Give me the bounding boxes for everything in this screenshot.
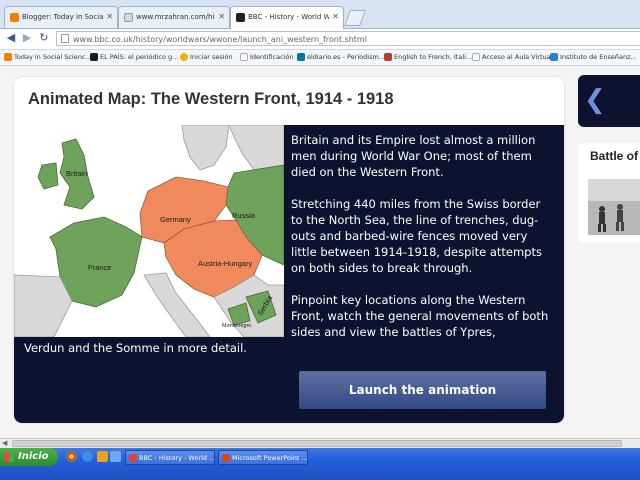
map-label-germany: Germany (160, 215, 191, 224)
bookmark-english-to-french[interactable]: English to French, Itali... (384, 52, 472, 63)
translate-icon (384, 53, 392, 61)
soldiers-image (588, 179, 640, 235)
eldiario-icon (297, 53, 305, 61)
scrollbar-thumb[interactable] (12, 440, 622, 447)
bookmark-today-social-science[interactable]: Today in Social Scienc... (4, 52, 92, 63)
navigation-toolbar: ◀ ▶ ↻ www.bbc.co.uk/history/worldwars/ww… (0, 29, 640, 50)
paragraph-pinpoint-continued: Verdun and the Somme in more detail. (24, 341, 247, 355)
url-text: www.bbc.co.uk/history/worldwars/wwone/la… (73, 35, 367, 44)
paragraph-casualties: Britain and its Empire lost almost a mil… (291, 133, 536, 179)
battle-photo[interactable] (588, 179, 640, 235)
bookmark-label: Identificación (250, 53, 294, 61)
close-icon[interactable]: ✕ (106, 12, 113, 21)
web-page: Animated Map: The Western Front, 1914 - … (0, 66, 640, 438)
page-icon (240, 53, 248, 61)
blogger-icon (10, 13, 19, 22)
bookmark-instituto[interactable]: Instituto de Enseñanz... (550, 52, 637, 63)
paragraph-trenches: Stretching 440 miles from the Swiss bord… (291, 197, 542, 275)
close-icon[interactable]: ✕ (332, 12, 339, 21)
desktop-icon[interactable] (110, 451, 121, 462)
task-label: BBC - History - World ... (139, 454, 215, 462)
start-label: Inicio (18, 451, 49, 462)
tab-bar: Blogger: Today in Social Scien... ✕ www.… (0, 0, 640, 29)
page-icon (61, 34, 69, 43)
elpais-icon (90, 53, 98, 61)
europe-map-graphic (14, 125, 284, 337)
bookmark-iniciar-sesion[interactable]: Iniciar sesión (180, 52, 233, 63)
battle-title: Battle of (590, 149, 638, 163)
media-icon[interactable] (97, 451, 108, 462)
bookmark-label: eldiario.es - Periodism... (307, 53, 385, 61)
powerpoint-icon (222, 454, 230, 462)
map-label-austria-hungary: Austria-Hungary (198, 259, 253, 268)
p-icon (550, 53, 558, 61)
tab-blogger[interactable]: Blogger: Today in Social Scien... ✕ (4, 6, 118, 28)
side-navigation-panel[interactable]: ❮ (578, 75, 640, 127)
blogger-icon (4, 53, 12, 61)
map-label-montenegro: Montenegro (222, 323, 252, 329)
page-icon (472, 53, 480, 61)
task-label: Microsoft PowerPoint ... (232, 454, 308, 462)
chrome-icon[interactable] (66, 451, 77, 462)
internet-explorer-icon[interactable] (82, 451, 93, 462)
new-tab-button[interactable] (344, 10, 366, 26)
launch-animation-button[interactable]: Launch the animation (299, 371, 546, 409)
map-label-france: France (88, 263, 112, 272)
page-icon (124, 13, 133, 22)
tab-bbc[interactable]: BBC - History - World Wars:... ✕ (230, 6, 344, 29)
forward-icon[interactable]: ▶ (20, 31, 34, 45)
scroll-left-icon[interactable]: ◀ (2, 439, 7, 447)
chevron-left-icon[interactable]: ❮ (584, 85, 606, 115)
address-bar[interactable]: www.bbc.co.uk/history/worldwars/wwone/la… (56, 31, 640, 46)
bookmark-label: Today in Social Scienc... (14, 53, 92, 61)
content-box: Britain France Germany Russia Austria-Hu… (14, 125, 564, 423)
bookmark-identificacion[interactable]: Identificación (240, 52, 294, 63)
tab-label: BBC - History - World Wars:... (248, 13, 329, 21)
tab-mrzahran[interactable]: www.mrzahran.com/history... ✕ (118, 6, 230, 28)
bookmark-label: Instituto de Enseñanz... (560, 53, 637, 61)
back-icon[interactable]: ◀ (4, 31, 18, 45)
windows-taskbar: Inicio BBC - History - World ... Microso… (0, 448, 640, 480)
europe-map: Britain France Germany Russia Austria-Hu… (14, 125, 284, 337)
map-label-britain: Britain (66, 169, 88, 178)
task-powerpoint[interactable]: Microsoft PowerPoint ... (218, 450, 308, 465)
bookmarks-bar: Today in Social Scienc... EL PAÍS: el pe… (0, 50, 640, 66)
sun-icon (180, 53, 188, 61)
bbc-icon (236, 13, 245, 22)
bookmark-aula-virtual[interactable]: Acceso al Aula Virtual (472, 52, 552, 63)
paragraph-pinpoint: Pinpoint key locations along the Western… (291, 293, 549, 339)
bookmark-label: Iniciar sesión (190, 53, 233, 61)
chrome-icon (129, 454, 137, 462)
close-icon[interactable]: ✕ (218, 12, 225, 21)
bookmark-label: English to French, Itali... (394, 53, 473, 61)
bookmark-label: EL PAÍS: el periódico g... (100, 53, 179, 61)
tab-label: www.mrzahran.com/history... (136, 13, 215, 21)
animated-map-panel: Animated Map: The Western Front, 1914 - … (14, 77, 564, 423)
bookmark-el-pais[interactable]: EL PAÍS: el periódico g... (90, 52, 178, 63)
battle-promo[interactable]: Battle of (578, 143, 640, 243)
task-bbc-history[interactable]: BBC - History - World ... (125, 450, 215, 465)
tab-label: Blogger: Today in Social Scien... (22, 13, 103, 21)
reload-icon[interactable]: ↻ (37, 31, 51, 45)
page-title: Animated Map: The Western Front, 1914 - … (28, 90, 394, 108)
map-label-russia: Russia (232, 211, 255, 220)
bookmark-eldiario[interactable]: eldiario.es - Periodism... (297, 52, 385, 63)
bookmark-label: Acceso al Aula Virtual (482, 53, 553, 61)
start-button[interactable]: Inicio (0, 448, 58, 466)
windows-flag-icon (4, 452, 14, 462)
